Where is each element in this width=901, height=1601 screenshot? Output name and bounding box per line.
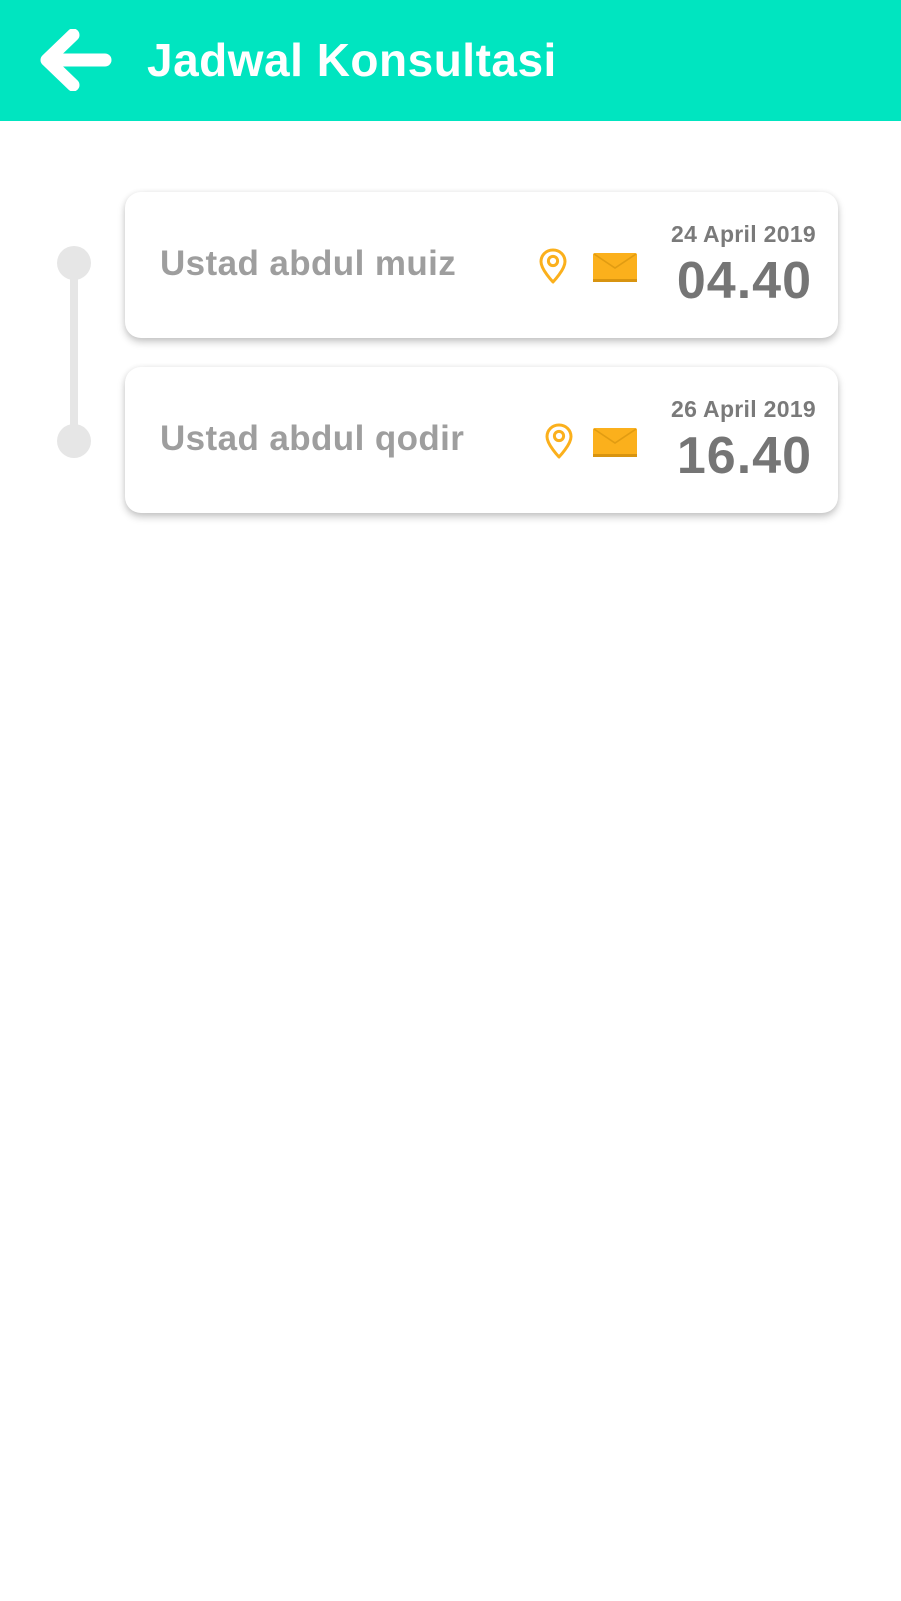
consultation-date: 26 April 2019	[671, 396, 816, 422]
app-bar: Jadwal Konsultasi	[0, 0, 901, 121]
mail-icon[interactable]	[592, 251, 638, 283]
consultation-time: 16.40	[676, 427, 812, 485]
back-button[interactable]	[38, 28, 114, 92]
timeline-line	[70, 262, 78, 440]
timeline-dot	[57, 424, 91, 458]
consultant-name: Ustad abdul muiz	[160, 244, 457, 283]
consultation-date: 24 April 2019	[671, 221, 816, 247]
arrow-left-icon	[40, 29, 112, 91]
schedule-card[interactable]: Ustad abdul qodir 26 April 2019 16.40	[125, 367, 838, 513]
consultant-name: Ustad abdul qodir	[160, 419, 465, 458]
location-pin-icon[interactable]	[544, 422, 574, 460]
consultation-time: 04.40	[676, 252, 812, 310]
mail-icon[interactable]	[592, 426, 638, 458]
schedule-card[interactable]: Ustad abdul muiz 24 April 2019 04.40	[125, 192, 838, 338]
timeline-dot	[57, 246, 91, 280]
page: Jadwal Konsultasi Ustad abdul muiz 24 Ap…	[0, 0, 901, 1601]
page-title: Jadwal Konsultasi	[147, 34, 557, 86]
timeline	[57, 246, 91, 458]
location-pin-icon[interactable]	[538, 247, 568, 285]
